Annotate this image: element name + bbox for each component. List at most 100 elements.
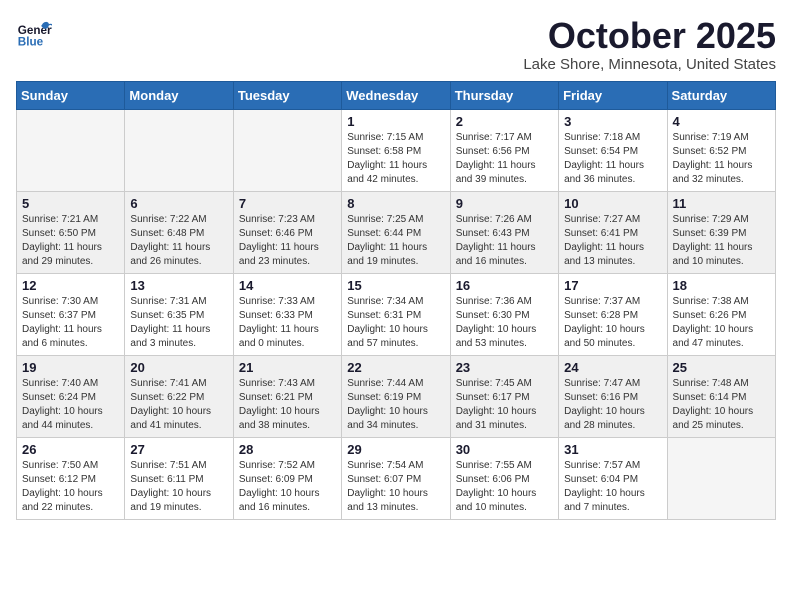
weekday-header-thursday: Thursday — [450, 81, 558, 109]
weekday-header-sunday: Sunday — [17, 81, 125, 109]
day-info: Sunrise: 7:22 AM Sunset: 6:48 PM Dayligh… — [130, 213, 227, 269]
day-info: Sunrise: 7:44 AM Sunset: 6:19 PM Dayligh… — [347, 377, 444, 433]
day-number: 9 — [456, 196, 553, 211]
day-number: 14 — [239, 278, 336, 293]
day-info: Sunrise: 7:36 AM Sunset: 6:30 PM Dayligh… — [456, 295, 553, 351]
calendar-week-row: 1 Sunrise: 7:15 AM Sunset: 6:58 PM Daylig… — [17, 109, 776, 191]
day-info: Sunrise: 7:40 AM Sunset: 6:24 PM Dayligh… — [22, 377, 119, 433]
day-number: 11 — [673, 196, 770, 211]
day-number: 3 — [564, 114, 661, 129]
day-number: 15 — [347, 278, 444, 293]
day-info: Sunrise: 7:55 AM Sunset: 6:06 PM Dayligh… — [456, 459, 553, 515]
day-number: 20 — [130, 360, 227, 375]
day-info: Sunrise: 7:23 AM Sunset: 6:46 PM Dayligh… — [239, 213, 336, 269]
day-number: 6 — [130, 196, 227, 211]
calendar-cell: 21Sunrise: 7:43 AM Sunset: 6:21 PM Dayli… — [233, 355, 341, 437]
day-info: Sunrise: 7:30 AM Sunset: 6:37 PM Dayligh… — [22, 295, 119, 351]
day-info: Sunrise: 7:47 AM Sunset: 6:16 PM Dayligh… — [564, 377, 661, 433]
day-number: 26 — [22, 442, 119, 457]
day-number: 28 — [239, 442, 336, 457]
day-number: 10 — [564, 196, 661, 211]
day-info: Sunrise: 7:33 AM Sunset: 6:33 PM Dayligh… — [239, 295, 336, 351]
day-info: Sunrise: 7:27 AM Sunset: 6:41 PM Dayligh… — [564, 213, 661, 269]
day-number: 19 — [22, 360, 119, 375]
svg-text:Blue: Blue — [18, 36, 44, 49]
title-section: October 2025 Lake Shore, Minnesota, Unit… — [523, 16, 776, 73]
logo: General Blue — [16, 16, 52, 52]
day-number: 12 — [22, 278, 119, 293]
calendar-cell: 4Sunrise: 7:19 AM Sunset: 6:52 PM Daylig… — [667, 109, 775, 191]
calendar-cell: 18 Sunrise: 7:38 AM Sunset: 6:26 PM Dayli… — [667, 273, 775, 355]
calendar-cell: 27 Sunrise: 7:51 AM Sunset: 6:11 PM Dayli… — [125, 437, 233, 519]
day-number: 30 — [456, 442, 553, 457]
calendar-cell: 3 Sunrise: 7:18 AM Sunset: 6:54 PM Daylig… — [559, 109, 667, 191]
day-info: Sunrise: 7:41 AM Sunset: 6:22 PM Dayligh… — [130, 377, 227, 433]
calendar-week-row: 26 Sunrise: 7:50 AM Sunset: 6:12 PM Dayli… — [17, 437, 776, 519]
day-info: Sunrise: 7:45 AM Sunset: 6:17 PM Dayligh… — [456, 377, 553, 433]
weekday-header-monday: Monday — [125, 81, 233, 109]
calendar-week-row: 12 Sunrise: 7:30 AM Sunset: 6:37 PM Dayli… — [17, 273, 776, 355]
day-number: 27 — [130, 442, 227, 457]
day-number: 16 — [456, 278, 553, 293]
calendar-cell: 26 Sunrise: 7:50 AM Sunset: 6:12 PM Dayli… — [17, 437, 125, 519]
weekday-header-friday: Friday — [559, 81, 667, 109]
calendar-cell: 12 Sunrise: 7:30 AM Sunset: 6:37 PM Dayli… — [17, 273, 125, 355]
calendar-cell — [667, 437, 775, 519]
calendar-week-row: 5 Sunrise: 7:21 AM Sunset: 6:50 PM Daylig… — [17, 191, 776, 273]
day-number: 13 — [130, 278, 227, 293]
day-number: 1 — [347, 114, 444, 129]
calendar-cell: 15Sunrise: 7:34 AM Sunset: 6:31 PM Dayli… — [342, 273, 450, 355]
day-number: 24 — [564, 360, 661, 375]
day-number: 29 — [347, 442, 444, 457]
calendar-cell: 17Sunrise: 7:37 AM Sunset: 6:28 PM Dayli… — [559, 273, 667, 355]
calendar-cell: 24 Sunrise: 7:47 AM Sunset: 6:16 PM Dayli… — [559, 355, 667, 437]
calendar-cell: 16 Sunrise: 7:36 AM Sunset: 6:30 PM Dayli… — [450, 273, 558, 355]
day-info: Sunrise: 7:50 AM Sunset: 6:12 PM Dayligh… — [22, 459, 119, 515]
day-info: Sunrise: 7:52 AM Sunset: 6:09 PM Dayligh… — [239, 459, 336, 515]
day-number: 23 — [456, 360, 553, 375]
day-number: 21 — [239, 360, 336, 375]
day-number: 25 — [673, 360, 770, 375]
day-number: 18 — [673, 278, 770, 293]
calendar-cell: 10 Sunrise: 7:27 AM Sunset: 6:41 PM Dayli… — [559, 191, 667, 273]
day-number: 22 — [347, 360, 444, 375]
day-number: 5 — [22, 196, 119, 211]
calendar-cell: 11 Sunrise: 7:29 AM Sunset: 6:39 PM Dayli… — [667, 191, 775, 273]
day-number: 2 — [456, 114, 553, 129]
day-info: Sunrise: 7:29 AM Sunset: 6:39 PM Dayligh… — [673, 213, 770, 269]
calendar-cell — [17, 109, 125, 191]
calendar-cell: 19 Sunrise: 7:40 AM Sunset: 6:24 PM Dayli… — [17, 355, 125, 437]
day-info: Sunrise: 7:48 AM Sunset: 6:14 PM Dayligh… — [673, 377, 770, 433]
day-number: 4 — [673, 114, 770, 129]
day-info: Sunrise: 7:54 AM Sunset: 6:07 PM Dayligh… — [347, 459, 444, 515]
day-info: Sunrise: 7:25 AM Sunset: 6:44 PM Dayligh… — [347, 213, 444, 269]
day-info: Sunrise: 7:21 AM Sunset: 6:50 PM Dayligh… — [22, 213, 119, 269]
day-info: Sunrise: 7:57 AM Sunset: 6:04 PM Dayligh… — [564, 459, 661, 515]
logo-icon: General Blue — [16, 16, 52, 52]
calendar-cell: 9 Sunrise: 7:26 AM Sunset: 6:43 PM Daylig… — [450, 191, 558, 273]
calendar-table: SundayMondayTuesdayWednesdayThursdayFrid… — [16, 81, 776, 520]
page-header: General Blue October 2025 Lake Shore, Mi… — [16, 16, 776, 73]
day-number: 8 — [347, 196, 444, 211]
day-info: Sunrise: 7:38 AM Sunset: 6:26 PM Dayligh… — [673, 295, 770, 351]
day-info: Sunrise: 7:37 AM Sunset: 6:28 PM Dayligh… — [564, 295, 661, 351]
weekday-header-saturday: Saturday — [667, 81, 775, 109]
day-info: Sunrise: 7:18 AM Sunset: 6:54 PM Dayligh… — [564, 131, 661, 187]
calendar-cell: 23 Sunrise: 7:45 AM Sunset: 6:17 PM Dayli… — [450, 355, 558, 437]
day-number: 31 — [564, 442, 661, 457]
calendar-cell — [233, 109, 341, 191]
weekday-header-row: SundayMondayTuesdayWednesdayThursdayFrid… — [17, 81, 776, 109]
day-info: Sunrise: 7:26 AM Sunset: 6:43 PM Dayligh… — [456, 213, 553, 269]
day-number: 7 — [239, 196, 336, 211]
calendar-cell: 1 Sunrise: 7:15 AM Sunset: 6:58 PM Daylig… — [342, 109, 450, 191]
calendar-cell: 25 Sunrise: 7:48 AM Sunset: 6:14 PM Dayli… — [667, 355, 775, 437]
calendar-cell: 20 Sunrise: 7:41 AM Sunset: 6:22 PM Dayli… — [125, 355, 233, 437]
month-title: October 2025 — [523, 16, 776, 56]
calendar-week-row: 19 Sunrise: 7:40 AM Sunset: 6:24 PM Dayli… — [17, 355, 776, 437]
day-info: Sunrise: 7:51 AM Sunset: 6:11 PM Dayligh… — [130, 459, 227, 515]
calendar-cell: 8 Sunrise: 7:25 AM Sunset: 6:44 PM Daylig… — [342, 191, 450, 273]
calendar-cell: 29 Sunrise: 7:54 AM Sunset: 6:07 PM Dayli… — [342, 437, 450, 519]
day-info: Sunrise: 7:15 AM Sunset: 6:58 PM Dayligh… — [347, 131, 444, 187]
calendar-cell: 30 Sunrise: 7:55 AM Sunset: 6:06 PM Dayli… — [450, 437, 558, 519]
calendar-cell: 2Sunrise: 7:17 AM Sunset: 6:56 PM Daylig… — [450, 109, 558, 191]
